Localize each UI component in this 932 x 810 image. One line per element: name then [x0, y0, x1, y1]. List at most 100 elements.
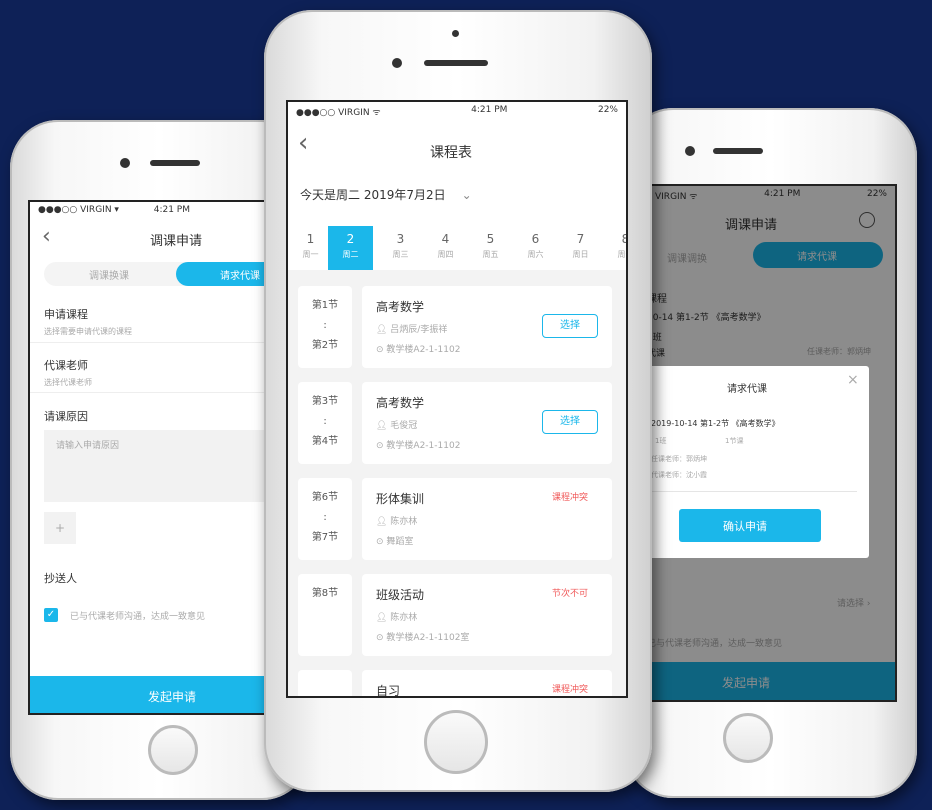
period-start: 第3节 — [311, 396, 339, 407]
period-separator: 第8节 — [311, 588, 339, 599]
day-tab[interactable]: 7 周日 — [558, 226, 603, 270]
right-screen: VIRGIN ᯤ 4:21 PM 22% 调课申请 调课调换 请求代课 课程 10-… — [645, 184, 897, 702]
course-field[interactable]: 申请课程选择需要申请代课的课程 — [44, 306, 132, 337]
day-tab[interactable]: 3 周三 — [378, 226, 423, 270]
course-name: 形体集训 — [376, 492, 425, 506]
period-card: 第1节 : 第2节 — [298, 286, 352, 368]
speaker — [150, 160, 200, 166]
location-icon: ⊙ — [376, 537, 387, 547]
select-button[interactable]: 选择 — [542, 314, 598, 338]
teacher: 👤︎ 陈亦林 — [376, 517, 418, 527]
day-tab[interactable]: 4 周四 — [423, 226, 468, 270]
confirm-button[interactable]: 确认申请 — [679, 509, 821, 542]
teacher: 👤︎ 吕炳辰/李振祥 — [376, 325, 448, 335]
field-placeholder: 选择需要申请代课的课程 — [44, 327, 132, 336]
home-button[interactable] — [723, 713, 773, 763]
lesson-row: 第8节 班级活动 👤︎ 陈亦林 ⊙ 教学楼A2-1-1102室 节次不可 — [288, 574, 626, 656]
camera — [392, 58, 402, 68]
time: 4:21 PM — [153, 205, 190, 215]
select-button[interactable]: 选择 — [542, 410, 598, 434]
day-number: 7 — [576, 232, 585, 246]
course-name: 自习 — [376, 684, 401, 698]
modal-class: 1班 — [655, 437, 667, 445]
conflict-status: 节次不可 — [552, 589, 589, 599]
day-number: 3 — [396, 232, 405, 246]
teacher-field[interactable]: 代课老师 选择代课老师 — [44, 357, 92, 388]
modal-title: 请求代课 — [727, 384, 767, 395]
period-card: 第8节 — [298, 574, 352, 656]
day-number: 1 — [306, 232, 315, 246]
lesson-row: 第1节 : 第2节 高考数学 👤︎ 吕炳辰/李振祥 ⊙ 教学楼A2-1-1102… — [288, 286, 626, 368]
close-icon[interactable]: × — [847, 372, 859, 388]
teacher: 👤︎ 毛俊冠 — [376, 421, 418, 431]
reason-label: 请课原因 — [44, 410, 88, 423]
camera — [120, 158, 130, 168]
room: ⊙ 教学楼A2-1-1102 — [376, 441, 461, 451]
field-label: 申请课程 — [44, 308, 88, 321]
home-button[interactable] — [148, 725, 198, 775]
period-separator: : — [323, 416, 327, 427]
add-attachment-button[interactable]: + — [44, 512, 76, 544]
time: 4:21 PM — [471, 105, 508, 115]
lesson-card[interactable]: 班级活动 👤︎ 陈亦林 ⊙ 教学楼A2-1-1102室 节次不可 — [362, 574, 612, 656]
day-label: 周一 — [617, 250, 627, 259]
day-label: 周三 — [392, 250, 409, 259]
page-title: 调课申请 — [150, 234, 203, 249]
cc-label: 抄送人 — [44, 572, 77, 585]
day-tab[interactable]: 6 周六 — [513, 226, 558, 270]
day-number: 8 — [603, 232, 626, 246]
lesson-row: 第6节 : 第7节 形体集训 👤︎ 陈亦林 ⊙ 舞蹈室 课程冲突 — [288, 478, 626, 560]
day-tab[interactable]: 1 周一 — [288, 226, 333, 270]
day-number: 4 — [441, 232, 450, 246]
left-screen: ●●●○○ VIRGIN ▾ 4:21 PM ‹ 调课申请 调课换课 请求代课 申… — [28, 200, 290, 715]
submit-button[interactable]: 发起申请 — [30, 676, 288, 713]
period-end: 第7节 — [311, 532, 339, 543]
day-tab[interactable]: 5 周五 — [468, 226, 513, 270]
conflict-status: 课程冲突 — [552, 493, 589, 503]
tab-swap[interactable]: 调课换课 — [89, 267, 129, 282]
period-card: 第6节 : 第7节 — [298, 478, 352, 560]
day-strip: 1 周一 2 周二 3 周三 4 周四 5 周五 6 周六 7 周日 8 周一 — [288, 226, 627, 270]
page-title: 课程表 — [430, 145, 472, 161]
period-card — [298, 670, 352, 696]
confirm-modal: 请求代课 × 2019-10-14 第1-2节 《高考数学》 1班 1节课 任课… — [647, 366, 869, 558]
agree-checkbox[interactable]: ✓ — [44, 608, 58, 622]
period-end: 第4节 — [311, 436, 339, 447]
modal-teacher: 任课老师：郭炳坤 — [651, 455, 707, 463]
lesson-card[interactable]: 自习 课程冲突 — [362, 670, 612, 698]
modal-course: 2019-10-14 第1-2节 《高考数学》 — [651, 419, 780, 428]
person-icon: 👤︎ — [376, 421, 391, 431]
person-icon: 👤︎ — [376, 325, 391, 335]
center-phone: ●●●○○ VIRGIN ᯤ 4:21 PM 22% ‹ 课程表 今天是周二 201… — [264, 10, 652, 792]
agree-text: 已与代课老师沟通，达成一致意见 — [70, 612, 206, 622]
back-icon[interactable]: ‹ — [298, 128, 308, 158]
day-number: 5 — [486, 232, 495, 246]
home-button[interactable] — [424, 710, 488, 774]
lesson-card[interactable]: 高考数学 👤︎ 吕炳辰/李振祥 ⊙ 教学楼A2-1-1102 选择 — [362, 286, 612, 368]
sensor — [452, 30, 459, 37]
back-icon[interactable]: ‹ — [42, 224, 51, 249]
teacher: 👤︎ 陈亦林 — [376, 613, 418, 623]
period-separator: : — [323, 320, 327, 331]
battery: 22% — [597, 105, 618, 115]
room: ⊙ 教学楼A2-1-1102室 — [376, 633, 470, 643]
course-name: 高考数学 — [376, 396, 425, 410]
day-tab[interactable]: 8 周一 — [603, 226, 627, 270]
speaker — [424, 60, 488, 66]
period-start: 第6节 — [311, 492, 339, 503]
person-icon: 👤︎ — [376, 517, 391, 527]
reason-textarea[interactable]: 请输入申请原因 — [44, 430, 288, 502]
right-phone: VIRGIN ᯤ 4:21 PM 22% 调课申请 调课调换 请求代课 课程 10-… — [625, 108, 917, 798]
date-text: 今天是周二 2019年7月2日 — [300, 188, 446, 202]
day-number: 6 — [531, 232, 540, 246]
room: ⊙ 舞蹈室 — [376, 537, 414, 547]
room: ⊙ 教学楼A2-1-1102 — [376, 345, 461, 355]
conflict-status: 课程冲突 — [552, 685, 589, 695]
day-tab[interactable]: 2 周二 — [328, 226, 373, 270]
day-label: 周六 — [527, 250, 544, 259]
lesson-card[interactable]: 高考数学 👤︎ 毛俊冠 ⊙ 教学楼A2-1-1102 选择 — [362, 382, 612, 464]
date-selector[interactable]: 今天是周二 2019年7月2日 ⌄ — [300, 186, 472, 203]
lesson-card[interactable]: 形体集训 👤︎ 陈亦林 ⊙ 舞蹈室 课程冲突 — [362, 478, 612, 560]
course-name: 高考数学 — [376, 300, 425, 314]
speaker — [713, 148, 763, 154]
